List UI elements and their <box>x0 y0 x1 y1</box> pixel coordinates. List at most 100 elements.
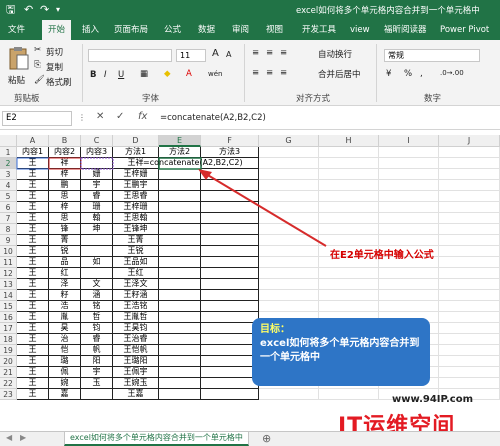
table-cell[interactable]: 泽 <box>49 279 81 290</box>
empty-cell[interactable] <box>379 235 439 246</box>
empty-cell[interactable] <box>319 268 379 279</box>
table-cell[interactable] <box>159 169 201 180</box>
table-cell[interactable]: 思 <box>49 213 81 224</box>
tab-foxit-reader[interactable]: 福昕阅读器 <box>384 20 427 40</box>
row-header[interactable]: 8 <box>0 224 17 235</box>
table-cell[interactable]: 王梓姗 <box>113 169 159 180</box>
table-cell[interactable] <box>201 378 259 389</box>
empty-cell[interactable] <box>259 279 319 290</box>
row-header[interactable]: 14 <box>0 290 17 301</box>
tab-page-layout[interactable]: 页面布局 <box>114 20 148 40</box>
table-cell[interactable] <box>159 213 201 224</box>
row-header[interactable]: 23 <box>0 389 17 400</box>
row-header[interactable]: 13 <box>0 279 17 290</box>
table-cell[interactable]: 文 <box>81 279 113 290</box>
table-cell[interactable] <box>159 312 201 323</box>
formula-input[interactable]: =concatenate(A2,B2,C2) <box>160 113 266 123</box>
empty-cell[interactable] <box>439 301 500 312</box>
table-cell[interactable] <box>201 202 259 213</box>
row-header[interactable]: 22 <box>0 378 17 389</box>
table-cell[interactable]: 王佩宇 <box>113 367 159 378</box>
quick-access-menu-icon[interactable]: ▾ <box>56 3 60 17</box>
column-header[interactable]: B <box>49 135 81 147</box>
table-cell[interactable]: 籽 <box>49 290 81 301</box>
empty-cell[interactable] <box>379 224 439 235</box>
table-cell[interactable]: 方法2 <box>159 147 201 158</box>
table-cell[interactable]: 王嘉 <box>113 389 159 400</box>
empty-cell[interactable] <box>439 268 500 279</box>
cut-icon[interactable]: ✂ <box>34 45 41 55</box>
table-cell[interactable] <box>81 235 113 246</box>
table-cell[interactable]: 方法1 <box>113 147 159 158</box>
table-cell[interactable]: 铭 <box>81 301 113 312</box>
table-cell[interactable]: 方法3 <box>201 147 259 158</box>
empty-cell[interactable] <box>439 323 500 334</box>
table-cell[interactable] <box>201 389 259 400</box>
tab-home[interactable]: 开始 <box>42 20 72 40</box>
table-cell[interactable] <box>159 268 201 279</box>
row-header[interactable]: 20 <box>0 356 17 367</box>
table-cell[interactable]: 坤 <box>81 224 113 235</box>
table-cell[interactable]: 王恺帆 <box>113 345 159 356</box>
column-header[interactable]: C <box>81 135 113 147</box>
table-cell[interactable]: 帆 <box>81 345 113 356</box>
table-cell[interactable]: 红 <box>49 268 81 279</box>
empty-cell[interactable] <box>319 169 379 180</box>
table-cell[interactable]: 婉 <box>49 378 81 389</box>
empty-cell[interactable] <box>439 147 500 158</box>
align-top-icon[interactable]: ≡ <box>252 48 259 58</box>
align-right-icon[interactable]: ≡ <box>280 68 287 78</box>
table-cell[interactable]: 王浩铭 <box>113 301 159 312</box>
align-middle-icon[interactable]: ≡ <box>266 48 273 58</box>
table-cell[interactable]: 王梓珊 <box>113 202 159 213</box>
empty-cell[interactable] <box>439 257 500 268</box>
font-size-select[interactable]: 11 <box>176 49 206 62</box>
table-cell[interactable]: 王璐阳 <box>113 356 159 367</box>
table-cell[interactable]: 王 <box>17 323 49 334</box>
tab-file[interactable]: 文件 <box>8 20 25 40</box>
empty-cell[interactable] <box>259 224 319 235</box>
table-cell[interactable]: 昊 <box>49 323 81 334</box>
table-cell[interactable]: 王 <box>17 290 49 301</box>
empty-cell[interactable] <box>439 158 500 169</box>
table-cell[interactable]: 钧 <box>81 323 113 334</box>
row-header[interactable]: 9 <box>0 235 17 246</box>
table-cell[interactable] <box>81 158 113 169</box>
paste-icon[interactable] <box>8 46 30 72</box>
empty-cell[interactable] <box>259 169 319 180</box>
table-cell[interactable]: 锋 <box>49 224 81 235</box>
empty-cell[interactable] <box>379 180 439 191</box>
table-cell[interactable]: 菁 <box>49 235 81 246</box>
table-cell[interactable] <box>201 169 259 180</box>
empty-cell[interactable] <box>319 147 379 158</box>
table-cell[interactable]: 王 <box>17 224 49 235</box>
save-icon[interactable]: 🖫 <box>6 3 15 17</box>
table-cell[interactable] <box>201 323 259 334</box>
empty-cell[interactable] <box>379 147 439 158</box>
table-cell[interactable]: 王泽文 <box>113 279 159 290</box>
table-cell[interactable]: 宇 <box>81 180 113 191</box>
format-painter-button[interactable]: 格式刷 <box>46 76 72 88</box>
table-cell[interactable]: 王红 <box>113 268 159 279</box>
table-cell[interactable] <box>159 246 201 257</box>
table-cell[interactable]: 王 <box>17 158 49 169</box>
comma-button[interactable]: , <box>420 69 423 79</box>
table-cell[interactable]: 梓 <box>49 202 81 213</box>
table-cell[interactable]: 王鹏宇 <box>113 180 159 191</box>
table-cell[interactable] <box>201 279 259 290</box>
empty-cell[interactable] <box>439 312 500 323</box>
empty-cell[interactable] <box>319 301 379 312</box>
table-cell[interactable]: 治 <box>49 334 81 345</box>
row-header[interactable]: 1 <box>0 147 17 158</box>
table-cell[interactable]: 珊 <box>81 202 113 213</box>
phonetic-button[interactable]: wén <box>208 70 222 78</box>
table-cell[interactable]: 王思翰 <box>113 213 159 224</box>
table-cell[interactable] <box>159 224 201 235</box>
select-all-corner[interactable] <box>0 135 17 147</box>
table-cell[interactable]: 玉 <box>81 378 113 389</box>
row-header[interactable]: 7 <box>0 213 17 224</box>
table-cell[interactable]: 王 <box>17 202 49 213</box>
table-cell[interactable] <box>201 268 259 279</box>
tab-data[interactable]: 数据 <box>198 20 215 40</box>
empty-cell[interactable] <box>379 169 439 180</box>
